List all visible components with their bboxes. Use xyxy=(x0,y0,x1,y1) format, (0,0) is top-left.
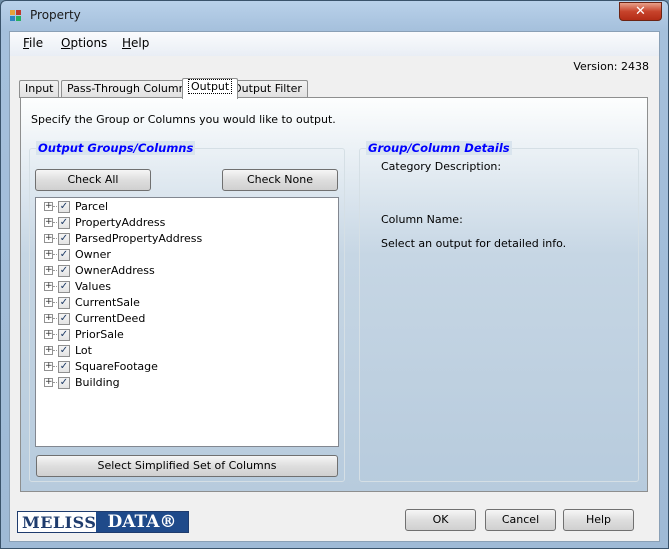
expand-icon[interactable]: + xyxy=(44,330,53,339)
tree-node-label: Parcel xyxy=(75,200,109,213)
tree-node-label: PropertyAddress xyxy=(75,216,166,229)
melissa-data-logo: MELISSA DATA® xyxy=(17,511,189,533)
tree-node-label: CurrentSale xyxy=(75,296,140,309)
tree-node-owner[interactable]: + ✓ Owner xyxy=(44,247,324,263)
instructions-text: Specify the Group or Columns you would l… xyxy=(31,113,336,126)
tree-node-current-sale[interactable]: + ✓ CurrentSale xyxy=(44,295,324,311)
group-column-details-panel: Group/Column Details Category Descriptio… xyxy=(359,141,639,482)
output-groups-title: Output Groups/Columns xyxy=(36,141,196,155)
checkbox-checked-icon[interactable]: ✓ xyxy=(58,281,70,293)
tree-node-square-footage[interactable]: + ✓ SquareFootage xyxy=(44,359,324,375)
select-simplified-columns-button[interactable]: Select Simplified Set of Columns xyxy=(36,455,338,477)
tree-node-values[interactable]: + ✓ Values xyxy=(44,279,324,295)
tree-node-label: OwnerAddress xyxy=(75,264,155,277)
checkbox-checked-icon[interactable]: ✓ xyxy=(58,233,70,245)
checkbox-checked-icon[interactable]: ✓ xyxy=(58,313,70,325)
checkbox-checked-icon[interactable]: ✓ xyxy=(58,249,70,261)
menu-help-label: elp xyxy=(131,36,150,50)
expand-icon[interactable]: + xyxy=(44,378,53,387)
tree-node-lot[interactable]: + ✓ Lot xyxy=(44,343,324,359)
expand-icon[interactable]: + xyxy=(44,234,53,243)
tree-node-label: CurrentDeed xyxy=(75,312,146,325)
tree-node-property-address[interactable]: + ✓ PropertyAddress xyxy=(44,215,324,231)
checkbox-checked-icon[interactable]: ✓ xyxy=(58,345,70,357)
checkbox-checked-icon[interactable]: ✓ xyxy=(58,217,70,229)
tree-node-prior-sale[interactable]: + ✓ PriorSale xyxy=(44,327,324,343)
expand-icon[interactable]: + xyxy=(44,250,53,259)
tree-node-label: Lot xyxy=(75,344,92,357)
check-all-button[interactable]: Check All xyxy=(35,169,151,191)
app-icon xyxy=(10,10,23,22)
tab-output[interactable]: Output xyxy=(182,78,239,99)
checkbox-checked-icon[interactable]: ✓ xyxy=(58,201,70,213)
output-tab-page: Specify the Group or Columns you would l… xyxy=(20,97,648,492)
dialog-client: File Options Help Version: 2438 Input Pa… xyxy=(9,31,660,542)
expand-icon[interactable]: + xyxy=(44,362,53,371)
cancel-button[interactable]: Cancel xyxy=(485,509,556,531)
group-column-details-title: Group/Column Details xyxy=(366,141,512,155)
column-name-label: Column Name: xyxy=(381,213,463,226)
checkbox-checked-icon[interactable]: ✓ xyxy=(58,329,70,341)
tree-node-label: ParsedPropertyAddress xyxy=(75,232,203,245)
menu-file-label: ile xyxy=(29,36,44,50)
tab-pass-through-columns[interactable]: Pass-Through Columns xyxy=(61,80,198,98)
expand-icon[interactable]: + xyxy=(44,346,53,355)
tab-input[interactable]: Input xyxy=(19,80,60,98)
expand-icon[interactable]: + xyxy=(44,282,53,291)
tree-node-label: Building xyxy=(75,376,120,389)
logo-data-text: DATA® xyxy=(96,512,188,532)
ok-button[interactable]: OK xyxy=(405,509,476,531)
expand-icon[interactable]: + xyxy=(44,266,53,275)
tree-node-label: SquareFootage xyxy=(75,360,158,373)
title-bar[interactable]: Property ✕ xyxy=(1,1,668,31)
checkbox-checked-icon[interactable]: ✓ xyxy=(58,297,70,309)
output-groups-panel: Output Groups/Columns Check All Check No… xyxy=(29,141,345,482)
tree-node-label: Values xyxy=(75,280,111,293)
tree-node-label: Owner xyxy=(75,248,111,261)
output-tree[interactable]: + ✓ Parcel + ✓ PropertyAddress + ✓ ParsedPrope… xyxy=(35,197,339,447)
menu-options[interactable]: Options xyxy=(61,36,107,50)
checkbox-checked-icon[interactable]: ✓ xyxy=(58,265,70,277)
window-title: Property xyxy=(30,8,81,22)
property-window: Property ✕ File Options Help Version: 24… xyxy=(0,0,669,549)
category-description-label: Category Description: xyxy=(381,160,502,173)
checkbox-checked-icon[interactable]: ✓ xyxy=(58,377,70,389)
check-none-button[interactable]: Check None xyxy=(222,169,338,191)
checkbox-checked-icon[interactable]: ✓ xyxy=(58,361,70,373)
tree-node-owner-address[interactable]: + ✓ OwnerAddress xyxy=(44,263,324,279)
menu-help-accel: H xyxy=(122,36,132,50)
menu-help[interactable]: Help xyxy=(122,36,149,50)
menu-options-label: ptions xyxy=(70,36,108,50)
expand-icon[interactable]: + xyxy=(44,218,53,227)
tree-node-current-deed[interactable]: + ✓ CurrentDeed xyxy=(44,311,324,327)
help-button[interactable]: Help xyxy=(563,509,634,531)
menu-bar: File Options Help xyxy=(10,32,659,56)
tree-node-parcel[interactable]: + ✓ Parcel xyxy=(44,199,324,215)
menu-file[interactable]: File xyxy=(23,36,43,50)
expand-icon[interactable]: + xyxy=(44,202,53,211)
tree-node-label: PriorSale xyxy=(75,328,124,341)
version-label: Version: 2438 xyxy=(573,60,649,73)
tab-strip: Input Pass-Through Columns Output Output… xyxy=(19,78,659,99)
expand-icon[interactable]: + xyxy=(44,314,53,323)
expand-icon[interactable]: + xyxy=(44,298,53,307)
close-icon[interactable]: ✕ xyxy=(619,2,662,21)
tab-output-label: Output xyxy=(188,79,233,94)
tab-output-filter[interactable]: Output Filter xyxy=(227,80,308,98)
tree-node-parsed-property-address[interactable]: + ✓ ParsedPropertyAddress xyxy=(44,231,324,247)
tree-node-building[interactable]: + ✓ Building xyxy=(44,375,324,391)
details-hint-text: Select an output for detailed info. xyxy=(381,237,567,250)
